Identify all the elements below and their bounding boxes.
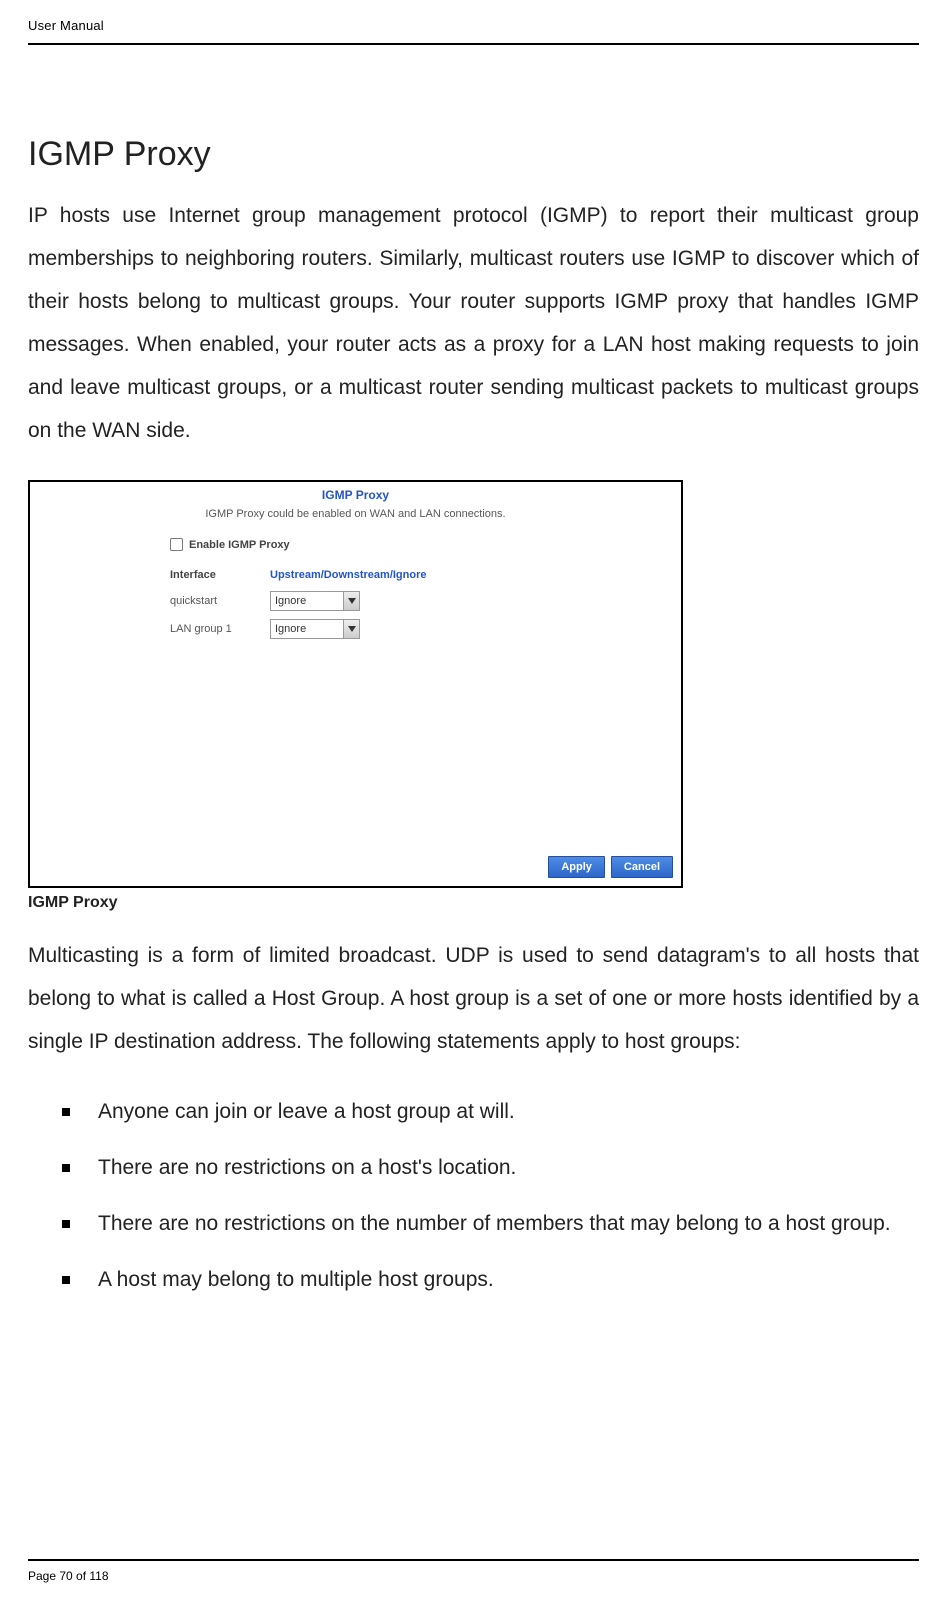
section-title: IGMP Proxy [28,135,919,174]
chevron-down-icon [343,592,359,610]
col-interface: Interface [170,569,270,581]
enable-label: Enable IGMP Proxy [189,539,290,551]
column-header-row: Interface Upstream/Downstream/Ignore [170,569,681,581]
router-screenshot: IGMP Proxy IGMP Proxy could be enabled o… [28,480,683,888]
list-item: Anyone can join or leave a host group at… [62,1091,919,1133]
page-footer: Page 70 of 118 [28,1559,919,1583]
screenshot-caption: IGMP Proxy [28,894,919,912]
multicast-paragraph: Multicasting is a form of limited broadc… [28,934,919,1063]
screenshot-form: Enable IGMP Proxy Interface Upstream/Dow… [170,538,681,639]
interface-row: quickstart Ignore [170,591,681,611]
interface-label: quickstart [170,595,270,607]
page-number: Page 70 of 118 [28,1569,919,1583]
interface-select-quickstart[interactable]: Ignore [270,591,360,611]
cancel-button[interactable]: Cancel [611,856,673,878]
intro-paragraph: IP hosts use Internet group management p… [28,194,919,452]
list-item: A host may belong to multiple host group… [62,1259,919,1301]
select-value: Ignore [275,623,306,635]
button-bar: Apply Cancel [548,856,673,878]
screenshot-title: IGMP Proxy [30,482,681,502]
enable-checkbox[interactable] [170,538,183,551]
col-mode: Upstream/Downstream/Ignore [270,569,426,581]
interface-row: LAN group 1 Ignore [170,619,681,639]
page-header: User Manual [28,18,919,43]
header-rule [28,43,919,45]
footer-rule [28,1559,919,1561]
interface-select-langroup1[interactable]: Ignore [270,619,360,639]
chevron-down-icon [343,620,359,638]
enable-row: Enable IGMP Proxy [170,538,681,551]
screenshot-subtitle: IGMP Proxy could be enabled on WAN and L… [30,502,681,520]
list-item: There are no restrictions on the number … [62,1203,919,1245]
interface-label: LAN group 1 [170,623,270,635]
bullet-list: Anyone can join or leave a host group at… [62,1091,919,1301]
list-item: There are no restrictions on a host's lo… [62,1147,919,1189]
select-value: Ignore [275,595,306,607]
apply-button[interactable]: Apply [548,856,605,878]
